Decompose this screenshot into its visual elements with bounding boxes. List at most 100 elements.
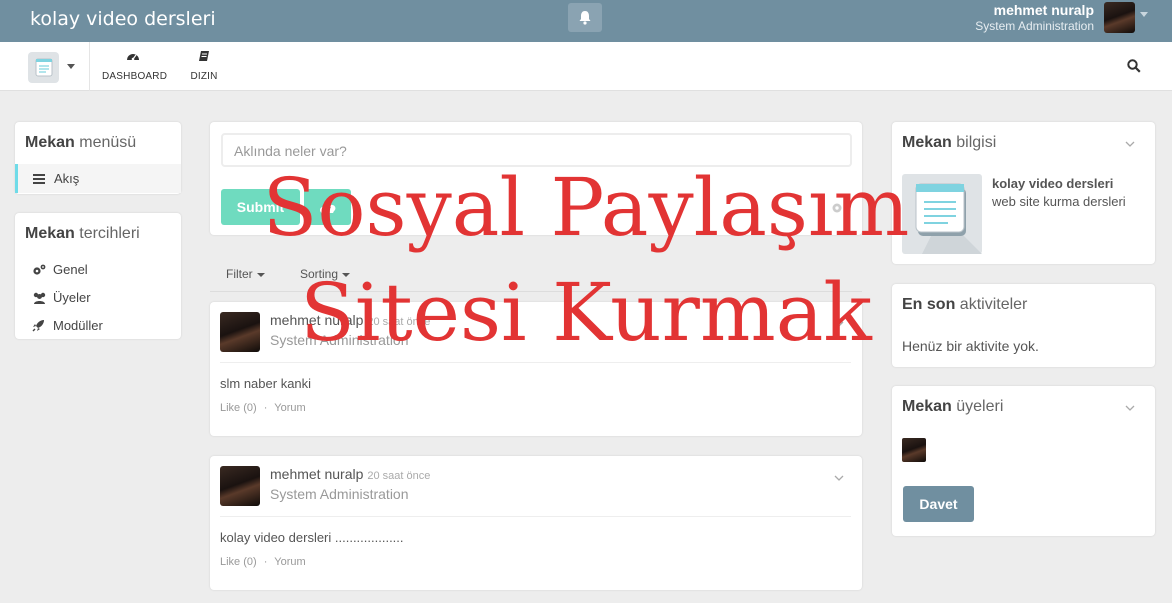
action-separator: · <box>263 402 268 414</box>
sorting-caret-icon <box>342 272 351 277</box>
sidebar-item-uyeler-label: Üyeler <box>53 290 91 305</box>
nav-dizin-label: DIZIN <box>190 71 218 82</box>
post-time: 20 saat önce <box>367 470 431 482</box>
post-card: mehmet nuralp 20 saat önce System Adminis… <box>210 456 862 590</box>
like-link[interactable]: Like (0) <box>220 402 257 414</box>
filter-label: Filter <box>226 267 253 281</box>
rocket-icon <box>32 320 44 332</box>
chevron-down-icon[interactable] <box>1125 141 1135 147</box>
post-avatar[interactable] <box>220 312 260 352</box>
sidebar-item-genel-label: Genel <box>53 262 88 277</box>
sidebar-item-moduller-label: Modüller <box>53 318 103 333</box>
space-icon <box>915 183 982 254</box>
post-time: 20 saat önce <box>367 316 431 328</box>
sidebar-item-genel[interactable]: Genel <box>15 255 181 284</box>
filter-dropdown[interactable]: Filter <box>226 267 265 281</box>
space-info-title: Mekan bilgisi <box>902 134 996 152</box>
space-prefs-title-bold: Mekan <box>25 225 75 242</box>
activity-panel: En son aktiviteler Henüz bir aktivite yo… <box>892 284 1155 367</box>
space-info-panel: Mekan bilgisi kolay video dersleri web s… <box>892 122 1155 264</box>
user-menu-caret-icon[interactable] <box>1140 12 1148 17</box>
filter-caret-icon <box>256 272 265 277</box>
space-menu-title-light: menüsü <box>79 134 137 151</box>
post-divider <box>220 516 851 517</box>
members-title: Mekan üyeleri <box>902 398 1003 416</box>
notifications-button[interactable] <box>568 3 602 32</box>
user-name: mehmet nuralp <box>993 2 1094 18</box>
post-divider <box>220 362 851 363</box>
activity-title: En son aktiviteler <box>902 296 1027 314</box>
comment-link[interactable]: Yorum <box>274 402 305 414</box>
search-icon[interactable] <box>1127 59 1141 73</box>
activity-empty-text: Henüz bir aktivite yok. <box>902 338 1039 354</box>
top-bar: kolay video dersleri mehmet nuralp Syste… <box>0 0 1172 42</box>
post-text: slm naber kanki <box>220 376 312 391</box>
bars-icon <box>33 173 45 184</box>
post-author-name: mehmet nuralp <box>270 312 364 328</box>
space-prefs-title: Mekan tercihleri <box>25 225 140 243</box>
space-info-title-bold: Mekan <box>902 134 952 151</box>
space-name[interactable]: kolay video dersleri <box>992 176 1113 191</box>
post-avatar[interactable] <box>220 466 260 506</box>
space-prefs-title-light: tercihleri <box>79 225 140 242</box>
activity-title-light: aktiviteler <box>959 296 1028 313</box>
cloud-upload-icon <box>319 202 335 213</box>
members-title-bold: Mekan <box>902 398 952 415</box>
chevron-down-icon[interactable] <box>1125 405 1135 411</box>
cogs-icon <box>33 264 46 275</box>
submit-button[interactable]: Submit <box>221 189 300 225</box>
post-author-name: mehmet nuralp <box>270 466 364 482</box>
user-role: System Administration <box>975 19 1094 33</box>
book-icon <box>199 51 209 61</box>
users-icon <box>33 292 46 304</box>
space-image <box>902 174 982 254</box>
chevron-down-icon[interactable] <box>834 321 844 327</box>
sub-navigation: DASHBOARD DIZIN <box>0 42 1172 91</box>
sorting-dropdown[interactable]: Sorting <box>300 267 351 281</box>
sidebar-item-akis[interactable]: Akış <box>15 164 181 193</box>
action-separator: · <box>263 556 268 568</box>
user-avatar[interactable] <box>1104 2 1135 33</box>
space-info-title-light: bilgisi <box>956 134 997 151</box>
members-panel: Mekan üyeleri Davet <box>892 386 1155 536</box>
user-info[interactable]: mehmet nuralp System Administration <box>975 2 1094 33</box>
nav-dashboard[interactable]: DASHBOARD <box>102 50 168 82</box>
sidebar-item-akis-label: Akış <box>54 171 80 186</box>
nav-divider <box>89 42 90 91</box>
post-author[interactable]: mehmet nuralp 20 saat önce <box>270 312 430 328</box>
chevron-down-icon[interactable] <box>834 475 844 481</box>
nav-dashboard-label: DASHBOARD <box>102 71 168 82</box>
upload-button[interactable] <box>304 189 351 225</box>
app-title[interactable]: kolay video dersleri <box>30 8 216 30</box>
compose-panel: Aklında neler var? Submit <box>210 122 862 235</box>
space-menu-title-bold: Mekan <box>25 134 75 151</box>
post-text: kolay video dersleri ................... <box>220 530 404 545</box>
space-description: web site kurma dersleri <box>992 194 1126 209</box>
space-icon <box>35 58 52 76</box>
post-actions: Like (0) · Yorum <box>220 402 306 414</box>
post-actions: Like (0) · Yorum <box>220 556 306 568</box>
comment-link[interactable]: Yorum <box>274 556 305 568</box>
settings-cog-icon[interactable] <box>831 202 843 214</box>
filter-divider <box>210 291 862 292</box>
sidebar-item-uyeler[interactable]: Üyeler <box>15 283 181 312</box>
member-avatar[interactable] <box>902 438 926 462</box>
bell-icon <box>579 11 591 25</box>
sidebar-item-moduller[interactable]: Modüller <box>15 311 181 340</box>
invite-button[interactable]: Davet <box>903 486 974 522</box>
space-menu-panel: Mekan menüsü Akış <box>15 122 181 194</box>
space-menu-title: Mekan menüsü <box>25 134 136 152</box>
nav-dizin[interactable]: DIZIN <box>189 50 219 82</box>
space-prefs-panel: Mekan tercihleri Genel Üyeler Modüller <box>15 213 181 339</box>
post-role: System Administration <box>270 486 409 502</box>
members-title-light: üyeleri <box>956 398 1004 415</box>
like-link[interactable]: Like (0) <box>220 556 257 568</box>
dashboard-icon <box>127 54 139 61</box>
activity-title-bold: En son <box>902 296 956 313</box>
space-chooser-caret-icon[interactable] <box>67 64 75 69</box>
post-input[interactable]: Aklında neler var? <box>221 133 852 167</box>
space-chooser-button[interactable] <box>28 52 59 83</box>
post-author[interactable]: mehmet nuralp 20 saat önce <box>270 466 430 482</box>
post-role: System Administration <box>270 332 409 348</box>
post-card: mehmet nuralp 20 saat önce System Adminis… <box>210 302 862 436</box>
